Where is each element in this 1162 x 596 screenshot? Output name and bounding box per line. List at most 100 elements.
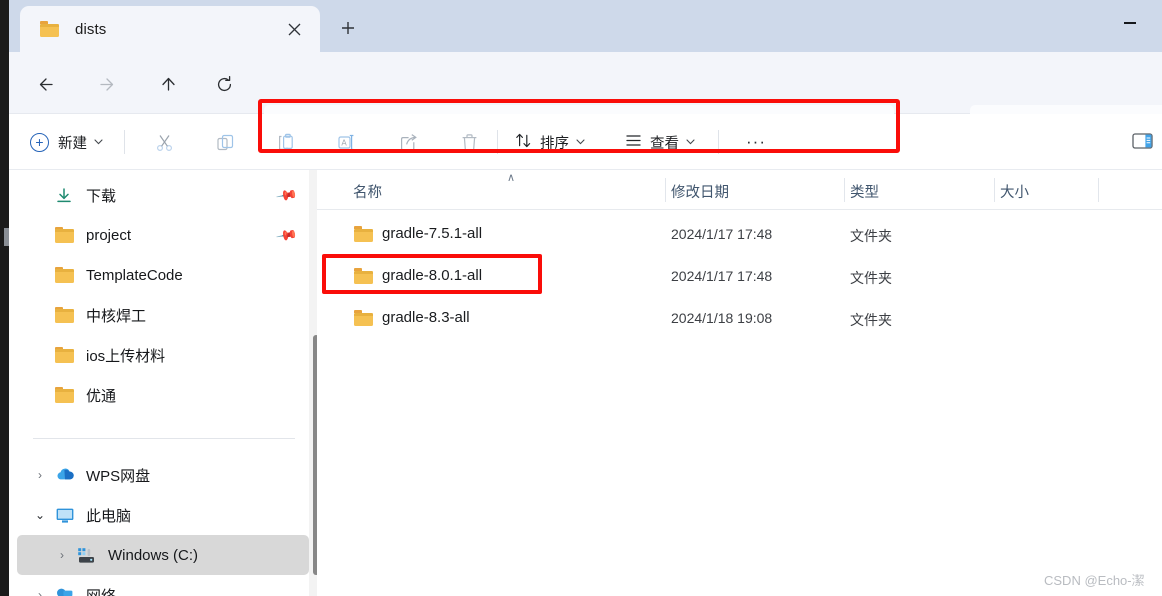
file-date: 2024/1/17 17:48 xyxy=(671,268,773,284)
file-type: 文件夹 xyxy=(850,228,892,244)
column-header-date[interactable]: 修改日期 xyxy=(671,181,729,202)
column-divider[interactable] xyxy=(665,178,666,202)
folder-icon xyxy=(40,21,59,37)
sidebar-label: project xyxy=(86,226,132,244)
file-list-pane: ∧ 名称 修改日期 类型 大小 gradle-7.5.1-all 2024/1/… xyxy=(317,170,1162,596)
chevron-down-icon[interactable]: ⌄ xyxy=(27,508,53,522)
folder-icon xyxy=(55,386,75,404)
minimize-icon[interactable] xyxy=(1107,6,1153,40)
rename-button: A xyxy=(330,126,364,158)
view-label: 查看 xyxy=(650,135,679,152)
title-bar: dists xyxy=(0,0,1162,52)
new-button[interactable]: + 新建 xyxy=(30,126,103,158)
pin-icon[interactable]: 📌 xyxy=(274,184,298,208)
file-name: gradle-7.5.1-all xyxy=(382,225,483,242)
table-row[interactable]: gradle-8.0.1-all 2024/1/17 17:48 文件夹 xyxy=(317,256,1162,298)
sidebar-label: 下载 xyxy=(86,187,117,205)
toolbar-divider xyxy=(124,130,125,154)
details-pane-icon[interactable] xyxy=(1132,132,1154,151)
folder-icon xyxy=(55,346,75,364)
arrow-up-icon[interactable] xyxy=(152,68,184,100)
navigation-sidebar: 下载 📌 project 📌 TemplateCode 中核焊工 ios上传材料… xyxy=(9,170,317,596)
sort-arrows-icon xyxy=(515,132,532,153)
sidebar-label: 网络 xyxy=(86,587,117,596)
sort-label: 排序 xyxy=(540,135,569,152)
arrow-left-icon[interactable] xyxy=(30,68,62,100)
sidebar-item-wps-cloud[interactable]: › WPS网盘 xyxy=(17,455,309,495)
tab-label: dists xyxy=(75,20,107,38)
table-row[interactable]: gradle-8.3-all 2024/1/18 19:08 文件夹 xyxy=(317,298,1162,340)
chevron-down-icon xyxy=(686,137,695,148)
folder-icon xyxy=(354,268,373,284)
sidebar-item-windows-c[interactable]: › Windows (C:) xyxy=(17,535,309,575)
view-lines-icon xyxy=(625,132,642,153)
sidebar-item-zhonghehangong[interactable]: 中核焊工 xyxy=(17,295,309,335)
share-button xyxy=(391,126,425,158)
sidebar-item-ios-materials[interactable]: ios上传材料 xyxy=(17,335,309,375)
watermark: CSDN @Echo-潔 xyxy=(1044,573,1145,588)
sort-ascending-caret: ∧ xyxy=(507,172,516,184)
file-type: 文件夹 xyxy=(850,270,892,286)
paste-button xyxy=(269,126,303,158)
table-row[interactable]: gradle-7.5.1-all 2024/1/17 17:48 文件夹 xyxy=(317,214,1162,256)
folder-icon xyxy=(55,266,75,284)
chevron-down-icon xyxy=(576,137,585,148)
sidebar-label: TemplateCode xyxy=(86,266,183,284)
cut-button xyxy=(147,126,181,158)
chevron-down-icon xyxy=(94,137,103,148)
screen-edge-strip xyxy=(0,0,9,596)
column-divider[interactable] xyxy=(1098,178,1099,202)
file-name: gradle-8.0.1-all xyxy=(382,267,483,284)
pin-icon[interactable]: 📌 xyxy=(274,224,298,248)
this-pc-icon xyxy=(55,507,75,524)
file-type: 文件夹 xyxy=(850,312,892,328)
sidebar-item-this-pc[interactable]: ⌄ 此电脑 xyxy=(17,495,309,535)
column-header-name[interactable]: 名称 xyxy=(353,181,382,202)
sidebar-item-network[interactable]: › 网络 xyxy=(17,575,309,596)
view-button[interactable]: 查看 xyxy=(625,126,695,158)
sidebar-divider xyxy=(33,438,295,439)
column-header-type[interactable]: 类型 xyxy=(850,181,879,202)
ellipsis-icon[interactable]: ··· xyxy=(740,126,772,158)
close-icon[interactable] xyxy=(284,19,304,39)
file-date: 2024/1/18 19:08 xyxy=(671,310,773,326)
chevron-right-icon[interactable]: › xyxy=(49,548,75,562)
sidebar-label: 此电脑 xyxy=(86,507,132,525)
tab-dists[interactable]: dists xyxy=(20,6,320,52)
svg-text:A: A xyxy=(341,138,347,147)
command-toolbar: + 新建 A 排序 查看 ··· xyxy=(0,114,1162,170)
refresh-icon[interactable] xyxy=(208,68,240,100)
sort-button[interactable]: 排序 xyxy=(515,126,585,158)
column-divider[interactable] xyxy=(994,178,995,202)
file-name: gradle-8.3-all xyxy=(382,309,470,326)
column-header-size[interactable]: 大小 xyxy=(1000,181,1029,202)
chevron-right-icon[interactable]: › xyxy=(27,468,53,482)
cloud-icon xyxy=(55,467,75,484)
folder-icon xyxy=(354,310,373,326)
sidebar-label: 中核焊工 xyxy=(86,307,147,325)
column-header-row: ∧ 名称 修改日期 类型 大小 xyxy=(317,170,1162,210)
sidebar-label: ios上传材料 xyxy=(86,347,166,365)
toolbar-divider xyxy=(718,130,719,154)
delete-button xyxy=(452,126,486,158)
arrow-right-icon xyxy=(90,68,122,100)
sidebar-label: Windows (C:) xyxy=(108,546,199,564)
network-icon xyxy=(55,587,75,596)
toolbar-divider xyxy=(497,130,498,154)
chevron-right-icon[interactable]: › xyxy=(27,588,53,596)
copy-button xyxy=(208,126,242,158)
sidebar-item-project[interactable]: project 📌 xyxy=(17,215,309,255)
sidebar-item-youtong[interactable]: 优通 xyxy=(17,375,309,415)
plus-circle-icon: + xyxy=(30,132,49,152)
new-label: 新建 xyxy=(58,135,87,152)
file-date: 2024/1/17 17:48 xyxy=(671,226,773,242)
hard-drive-icon xyxy=(77,547,97,564)
folder-icon xyxy=(55,306,75,324)
file-explorer-window: dists › xyxy=(0,0,1162,596)
sidebar-item-templatecode[interactable]: TemplateCode xyxy=(17,255,309,295)
plus-icon[interactable] xyxy=(334,14,362,42)
sidebar-item-downloads[interactable]: 下载 📌 xyxy=(17,175,309,215)
column-divider[interactable] xyxy=(844,178,845,202)
navigation-bar: › ··· › 用户 › 17712 › .gradle › wrapper ›… xyxy=(0,52,1162,153)
folder-icon xyxy=(55,226,75,244)
